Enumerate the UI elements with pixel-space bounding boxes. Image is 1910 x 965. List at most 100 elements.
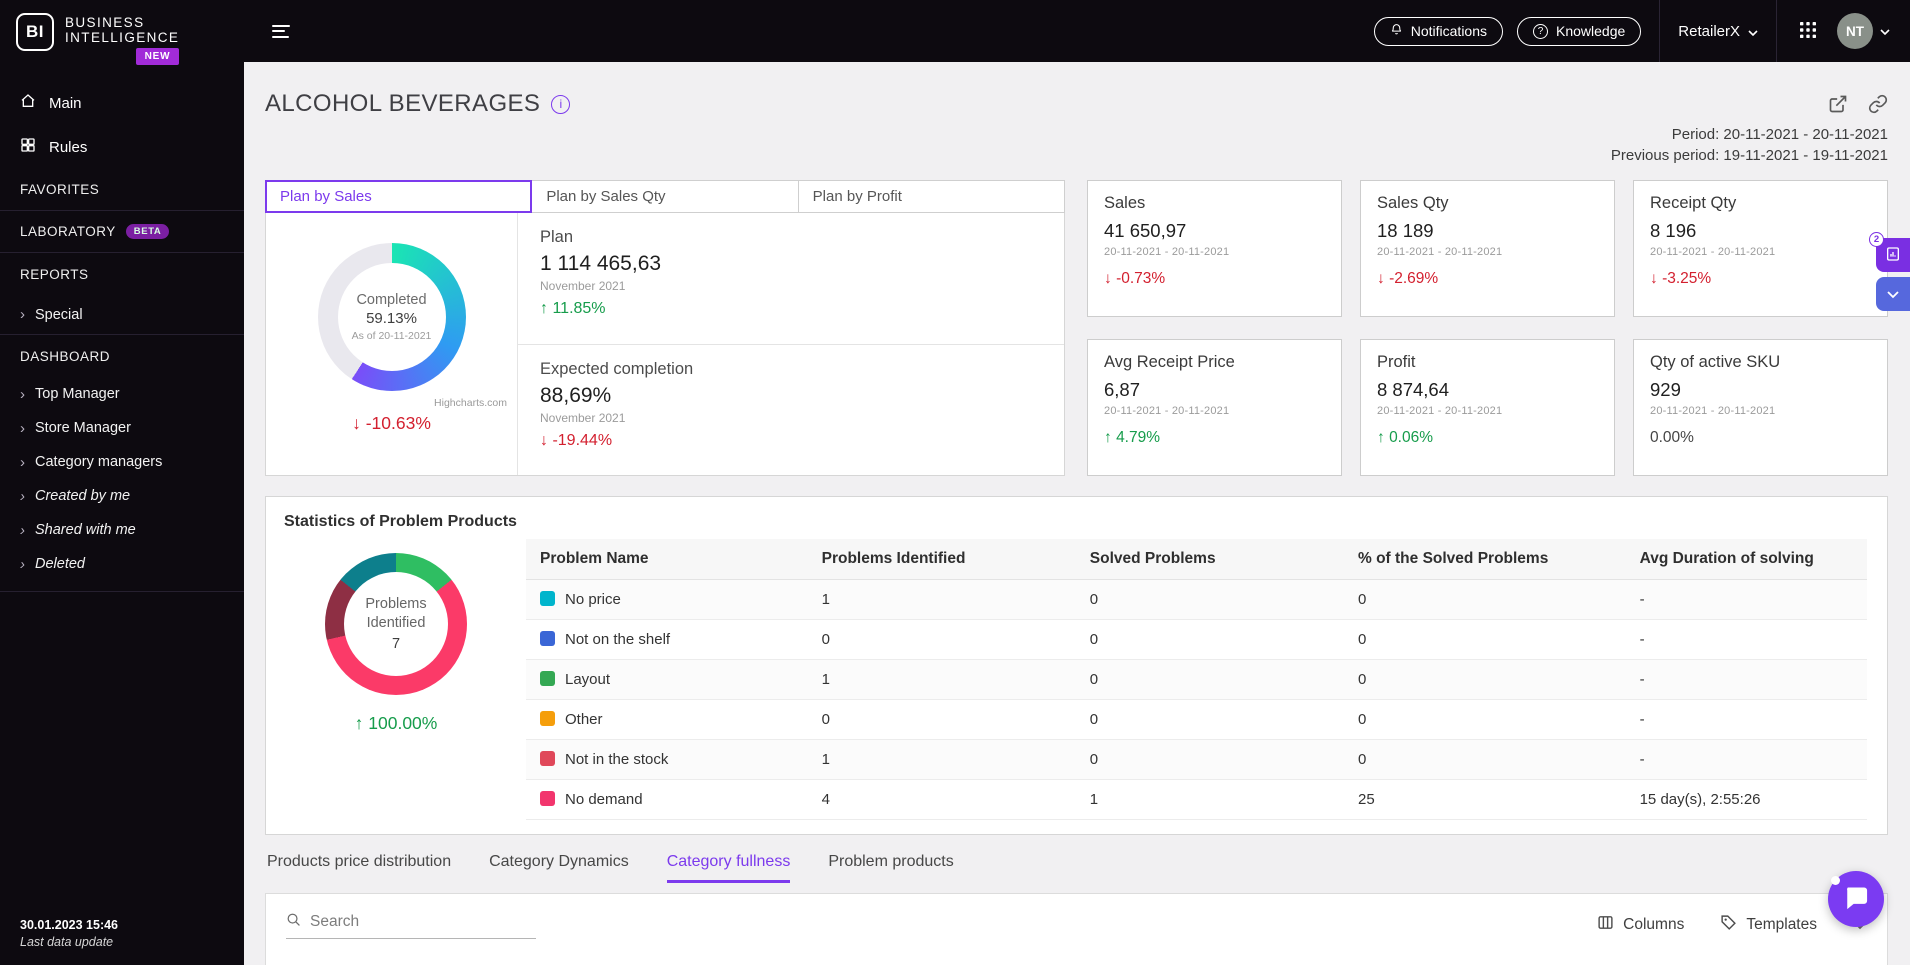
user-menu[interactable]: NT xyxy=(1837,13,1890,49)
sidebar-section-favorites[interactable]: FAVORITES xyxy=(0,169,244,211)
app-logo[interactable]: BI BUSINESS INTELLIGENCE NEW xyxy=(0,0,244,81)
section-tab[interactable]: Problem products xyxy=(828,853,953,883)
sidebar-item-main[interactable]: Main xyxy=(0,81,244,125)
fab-notification-dot xyxy=(1831,876,1840,885)
section-tab[interactable]: Category Dynamics xyxy=(489,853,629,883)
problem-name: No price xyxy=(565,591,621,608)
kpi-card: Qty of active SKU 929 20-11-2021 - 20-11… xyxy=(1633,339,1888,476)
column-header: Solved Problems xyxy=(1075,539,1344,580)
problems-delta: 100.00% xyxy=(266,713,526,734)
previous-period-label: Previous period: 19-11-2021 - 19-11-2021 xyxy=(1610,147,1888,164)
chat-fab-button[interactable] xyxy=(1828,871,1884,927)
open-external-icon[interactable] xyxy=(1828,94,1848,114)
completion-delta: -10.63% xyxy=(266,413,517,434)
highcharts-credit[interactable]: Highcharts.com xyxy=(266,397,517,409)
table-row: Not in the stock 1 0 0 - xyxy=(526,739,1867,780)
apps-grid-icon xyxy=(1799,21,1817,42)
kpi-delta: -0.73% xyxy=(1104,270,1325,288)
plan-delta: 11.85% xyxy=(540,300,1042,318)
plan-block: Plan by Sales Plan by Sales Qty Plan by … xyxy=(265,180,1065,476)
kpi-title: Receipt Qty xyxy=(1650,194,1737,212)
question-icon xyxy=(1533,23,1549,39)
plan-title: Plan xyxy=(540,228,574,246)
new-badge: NEW xyxy=(135,48,180,65)
kpi-period: 20-11-2021 - 20-11-2021 xyxy=(1377,405,1503,417)
sidebar-section-laboratory[interactable]: LABORATORY BETA xyxy=(0,211,244,253)
menu-toggle-icon[interactable] xyxy=(272,24,290,38)
problem-type-icon xyxy=(540,591,555,606)
chevron-right-icon: › xyxy=(20,419,25,437)
sidebar-item-special[interactable]: › Special xyxy=(0,295,244,335)
knowledge-button[interactable]: Knowledge xyxy=(1517,16,1642,46)
donut-value: 7 xyxy=(391,635,401,652)
bottom-toolbar: Columns Templates xyxy=(265,893,1888,965)
table-row: No demand 4 1 25 15 day(s), 2:55:26 xyxy=(526,779,1867,820)
main-content: ALCOHOL BEVERAGES Period: 20-11-2021 - 2… xyxy=(244,62,1910,965)
problem-type-icon xyxy=(540,711,555,726)
panel-title: Statistics of Problem Products xyxy=(284,513,517,530)
kpi-title: Qty of active SKU xyxy=(1650,353,1781,371)
side-widgets: 2 xyxy=(1869,232,1910,311)
kpi-delta: 0.06% xyxy=(1377,429,1598,447)
sidebar-item-label: Category managers xyxy=(35,454,163,470)
flyout-badge: 2 xyxy=(1869,232,1884,247)
section-tab[interactable]: Products price distribution xyxy=(267,853,451,883)
kpi-delta: -3.25% xyxy=(1650,270,1871,288)
donut-label-line1: Problems xyxy=(365,595,427,612)
kpi-period: 20-11-2021 - 20-11-2021 xyxy=(1104,405,1230,417)
info-icon[interactable] xyxy=(551,94,571,114)
table-row: No price 1 0 0 - xyxy=(526,579,1867,620)
copy-link-icon[interactable] xyxy=(1868,94,1888,114)
sidebar: BI BUSINESS INTELLIGENCE NEW Main Rules … xyxy=(0,0,244,965)
chevron-down-icon xyxy=(1880,22,1890,40)
kpi-delta: 0.00% xyxy=(1650,429,1694,446)
chevron-right-icon: › xyxy=(20,453,25,471)
plan-tab[interactable]: Plan by Profit xyxy=(797,180,1065,213)
problem-name: Not on the shelf xyxy=(565,631,671,648)
sidebar-item-label: Rules xyxy=(49,138,88,156)
sidebar-item[interactable]: › Created by me xyxy=(0,479,244,513)
notifications-button[interactable]: Notifications xyxy=(1373,16,1504,46)
avatar[interactable]: NT xyxy=(1837,13,1873,49)
sidebar-item[interactable]: › Store Manager xyxy=(0,411,244,445)
flyout-collapse-button[interactable] xyxy=(1876,277,1910,311)
search-input[interactable] xyxy=(310,913,536,931)
column-header: % of the Solved Problems xyxy=(1343,539,1626,580)
sidebar-item[interactable]: › Top Manager xyxy=(0,377,244,411)
kpi-card: Profit 8 874,64 20-11-2021 - 20-11-2021 … xyxy=(1360,339,1615,476)
sidebar-divider xyxy=(0,591,244,592)
chevron-right-icon: › xyxy=(20,487,25,505)
report-widget-icon xyxy=(1885,246,1901,265)
problem-type-icon xyxy=(540,671,555,686)
columns-icon xyxy=(1597,914,1614,936)
sidebar-item[interactable]: › Category managers xyxy=(0,445,244,479)
expected-value: 88,69% xyxy=(540,383,612,407)
donut-label-line2: Identified xyxy=(366,614,426,631)
columns-button[interactable]: Columns xyxy=(1597,914,1684,936)
apps-grid-button[interactable] xyxy=(1799,21,1817,42)
tag-icon xyxy=(1720,914,1737,936)
sidebar-item-rules[interactable]: Rules xyxy=(0,125,244,169)
search-icon xyxy=(286,912,301,932)
top-section: Plan by Sales Plan by Sales Qty Plan by … xyxy=(265,180,1888,476)
reports-flyout-button[interactable]: 2 xyxy=(1869,232,1910,272)
sidebar-item[interactable]: › Deleted xyxy=(0,547,244,581)
chevron-right-icon: › xyxy=(20,555,25,573)
page-title: ALCOHOL BEVERAGES xyxy=(265,90,541,117)
sidebar-item[interactable]: › Shared with me xyxy=(0,513,244,547)
sidebar-section-dashboard[interactable]: DASHBOARD xyxy=(0,335,244,377)
topbar: Notifications Knowledge RetailerX NT xyxy=(244,0,1910,62)
beta-badge: BETA xyxy=(125,224,170,239)
chevron-down-icon xyxy=(1887,287,1899,302)
templates-button[interactable]: Templates xyxy=(1720,914,1817,936)
plan-tab[interactable]: Plan by Sales Qty xyxy=(531,180,799,213)
retailer-selector[interactable]: RetailerX xyxy=(1678,23,1758,40)
sidebar-section-reports[interactable]: REPORTS xyxy=(0,253,244,295)
plan-tab[interactable]: Plan by Sales xyxy=(265,180,533,213)
chevron-right-icon: › xyxy=(20,521,25,539)
search-box[interactable] xyxy=(286,912,536,939)
sidebar-item-label: Created by me xyxy=(35,488,131,504)
section-tab[interactable]: Category fullness xyxy=(666,853,791,883)
sidebar-item-label: Shared with me xyxy=(35,522,136,538)
plan-panel: Completed 59.13% As of 20-11-2021 Highch… xyxy=(265,213,1065,476)
